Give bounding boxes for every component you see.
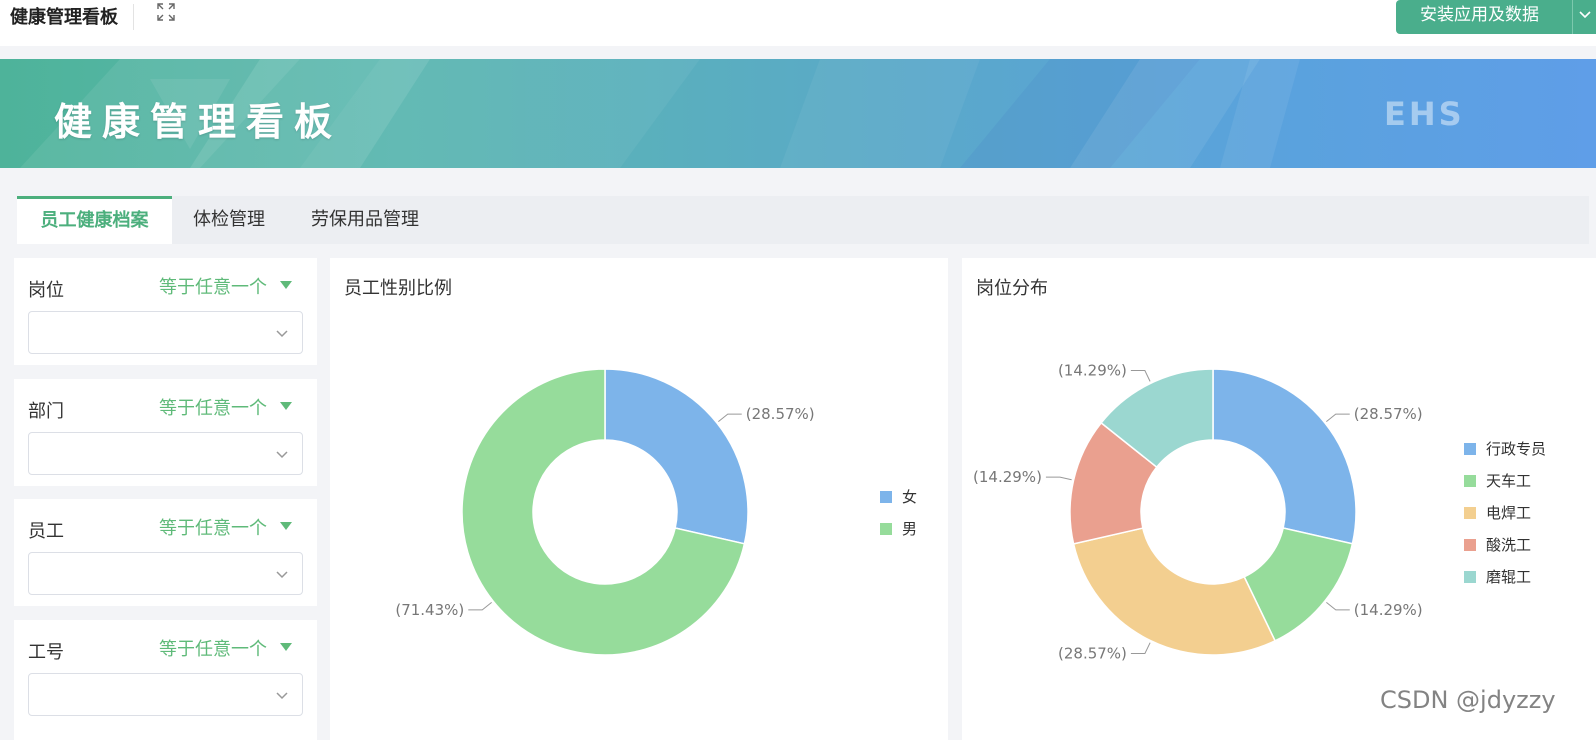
filter-select[interactable] [28,552,303,595]
slice-percent-label-1: (71.43%) [395,601,464,619]
filter-label: 岗位 [28,280,64,301]
legend-label-1[interactable]: 天车工 [1486,472,1531,490]
slice-percent-label-2: (28.57%) [1058,644,1127,662]
slice-leader-line-0 [1326,413,1350,422]
legend-swatch-1[interactable] [1464,475,1476,487]
slice-percent-label-0: (28.57%) [746,405,815,423]
filter-select[interactable] [28,311,303,354]
install-app-button[interactable]: 安装应用及数据 [1396,0,1572,34]
filter-select[interactable] [28,673,303,716]
position-distribution-card: 岗位分布 (28.57%) (14.29%) (28.57%) (14.29%) (14… [962,258,1596,740]
gender-ratio-card: 员工性别比例 (28.57%) (71.43%) 女男 [330,258,948,740]
caret-down-icon[interactable] [280,402,292,410]
slice-leader-line-2 [1130,642,1151,654]
slice-percent-label-4: (14.29%) [1058,362,1127,380]
legend-swatch-3[interactable] [1464,539,1476,551]
slice-percent-label-3: (14.29%) [973,468,1042,486]
legend-label-4[interactable]: 磨辊工 [1486,568,1531,586]
tab-bar: 员工健康档案 体检管理 劳保用品管理 [17,196,1589,244]
caret-down-icon[interactable] [280,643,292,651]
gender-donut-chart: (28.57%) (71.43%) 女男 [395,368,917,656]
top-bar: 健康管理看板 安装应用及数据 [0,0,1596,46]
filter-employee-id: 工号 等于任意一个 [14,620,317,740]
legend-label-2[interactable]: 电焊工 [1486,504,1531,522]
slice-leader-line-4 [1130,370,1151,382]
slice-leader-line-3 [1045,476,1072,481]
chevron-down-icon [276,692,288,700]
slice-leader-line-0 [718,413,742,422]
chevron-down-icon [276,330,288,338]
donut-slice-2[interactable] [1072,527,1277,656]
slice-leader-line-1 [468,602,492,611]
legend-swatch-4[interactable] [1464,571,1476,583]
legend-swatch-2[interactable] [1464,507,1476,519]
donut-slice-0[interactable] [604,368,749,545]
dashboard-banner: 健康管理看板 EHS [0,59,1596,168]
legend-label-0[interactable]: 女 [902,488,917,506]
filter-label: 工号 [28,642,64,663]
tab-protective-equipment[interactable]: 劳保用品管理 [311,196,419,244]
legend-swatch-0[interactable] [880,491,892,503]
tab-medical-exam[interactable]: 体检管理 [193,196,265,244]
filter-operator[interactable]: 等于任意一个 [159,273,267,299]
ehs-logo: EHS [1384,95,1465,133]
slice-percent-label-0: (28.57%) [1354,405,1423,423]
caret-down-icon[interactable] [280,522,292,530]
title-divider [133,4,134,30]
position-donut-chart: (28.57%) (14.29%) (28.57%) (14.29%) (14.29%)… [973,362,1546,663]
watermark: CSDN @jdyzzy [1380,686,1556,714]
filter-operator[interactable]: 等于任意一个 [159,514,267,540]
filter-employee: 员工 等于任意一个 [14,499,317,606]
filter-department: 部门 等于任意一个 [14,379,317,486]
filter-label: 部门 [28,401,64,422]
chevron-down-icon [276,451,288,459]
legend-label-0[interactable]: 行政专员 [1486,440,1546,458]
chevron-down-icon [1579,11,1591,19]
install-menu-toggle[interactable] [1572,0,1596,34]
tab-employee-health-records[interactable]: 员工健康档案 [17,196,172,244]
app-title: 健康管理看板 [10,7,118,28]
legend-label-3[interactable]: 酸洗工 [1486,536,1531,554]
filter-select[interactable] [28,432,303,475]
filter-operator[interactable]: 等于任意一个 [159,635,267,661]
slice-leader-line-1 [1326,601,1350,611]
filter-label: 员工 [28,521,64,542]
filter-position: 岗位 等于任意一个 [14,258,317,365]
slice-percent-label-1: (14.29%) [1354,601,1423,619]
filter-operator[interactable]: 等于任意一个 [159,394,267,420]
legend-swatch-1[interactable] [880,523,892,535]
donut-slice-0[interactable] [1212,368,1357,545]
caret-down-icon[interactable] [280,281,292,289]
fullscreen-icon[interactable] [156,2,176,22]
legend-label-1[interactable]: 男 [902,520,917,538]
chevron-down-icon [276,571,288,579]
legend-swatch-0[interactable] [1464,443,1476,455]
banner-title: 健康管理看板 [54,100,343,144]
